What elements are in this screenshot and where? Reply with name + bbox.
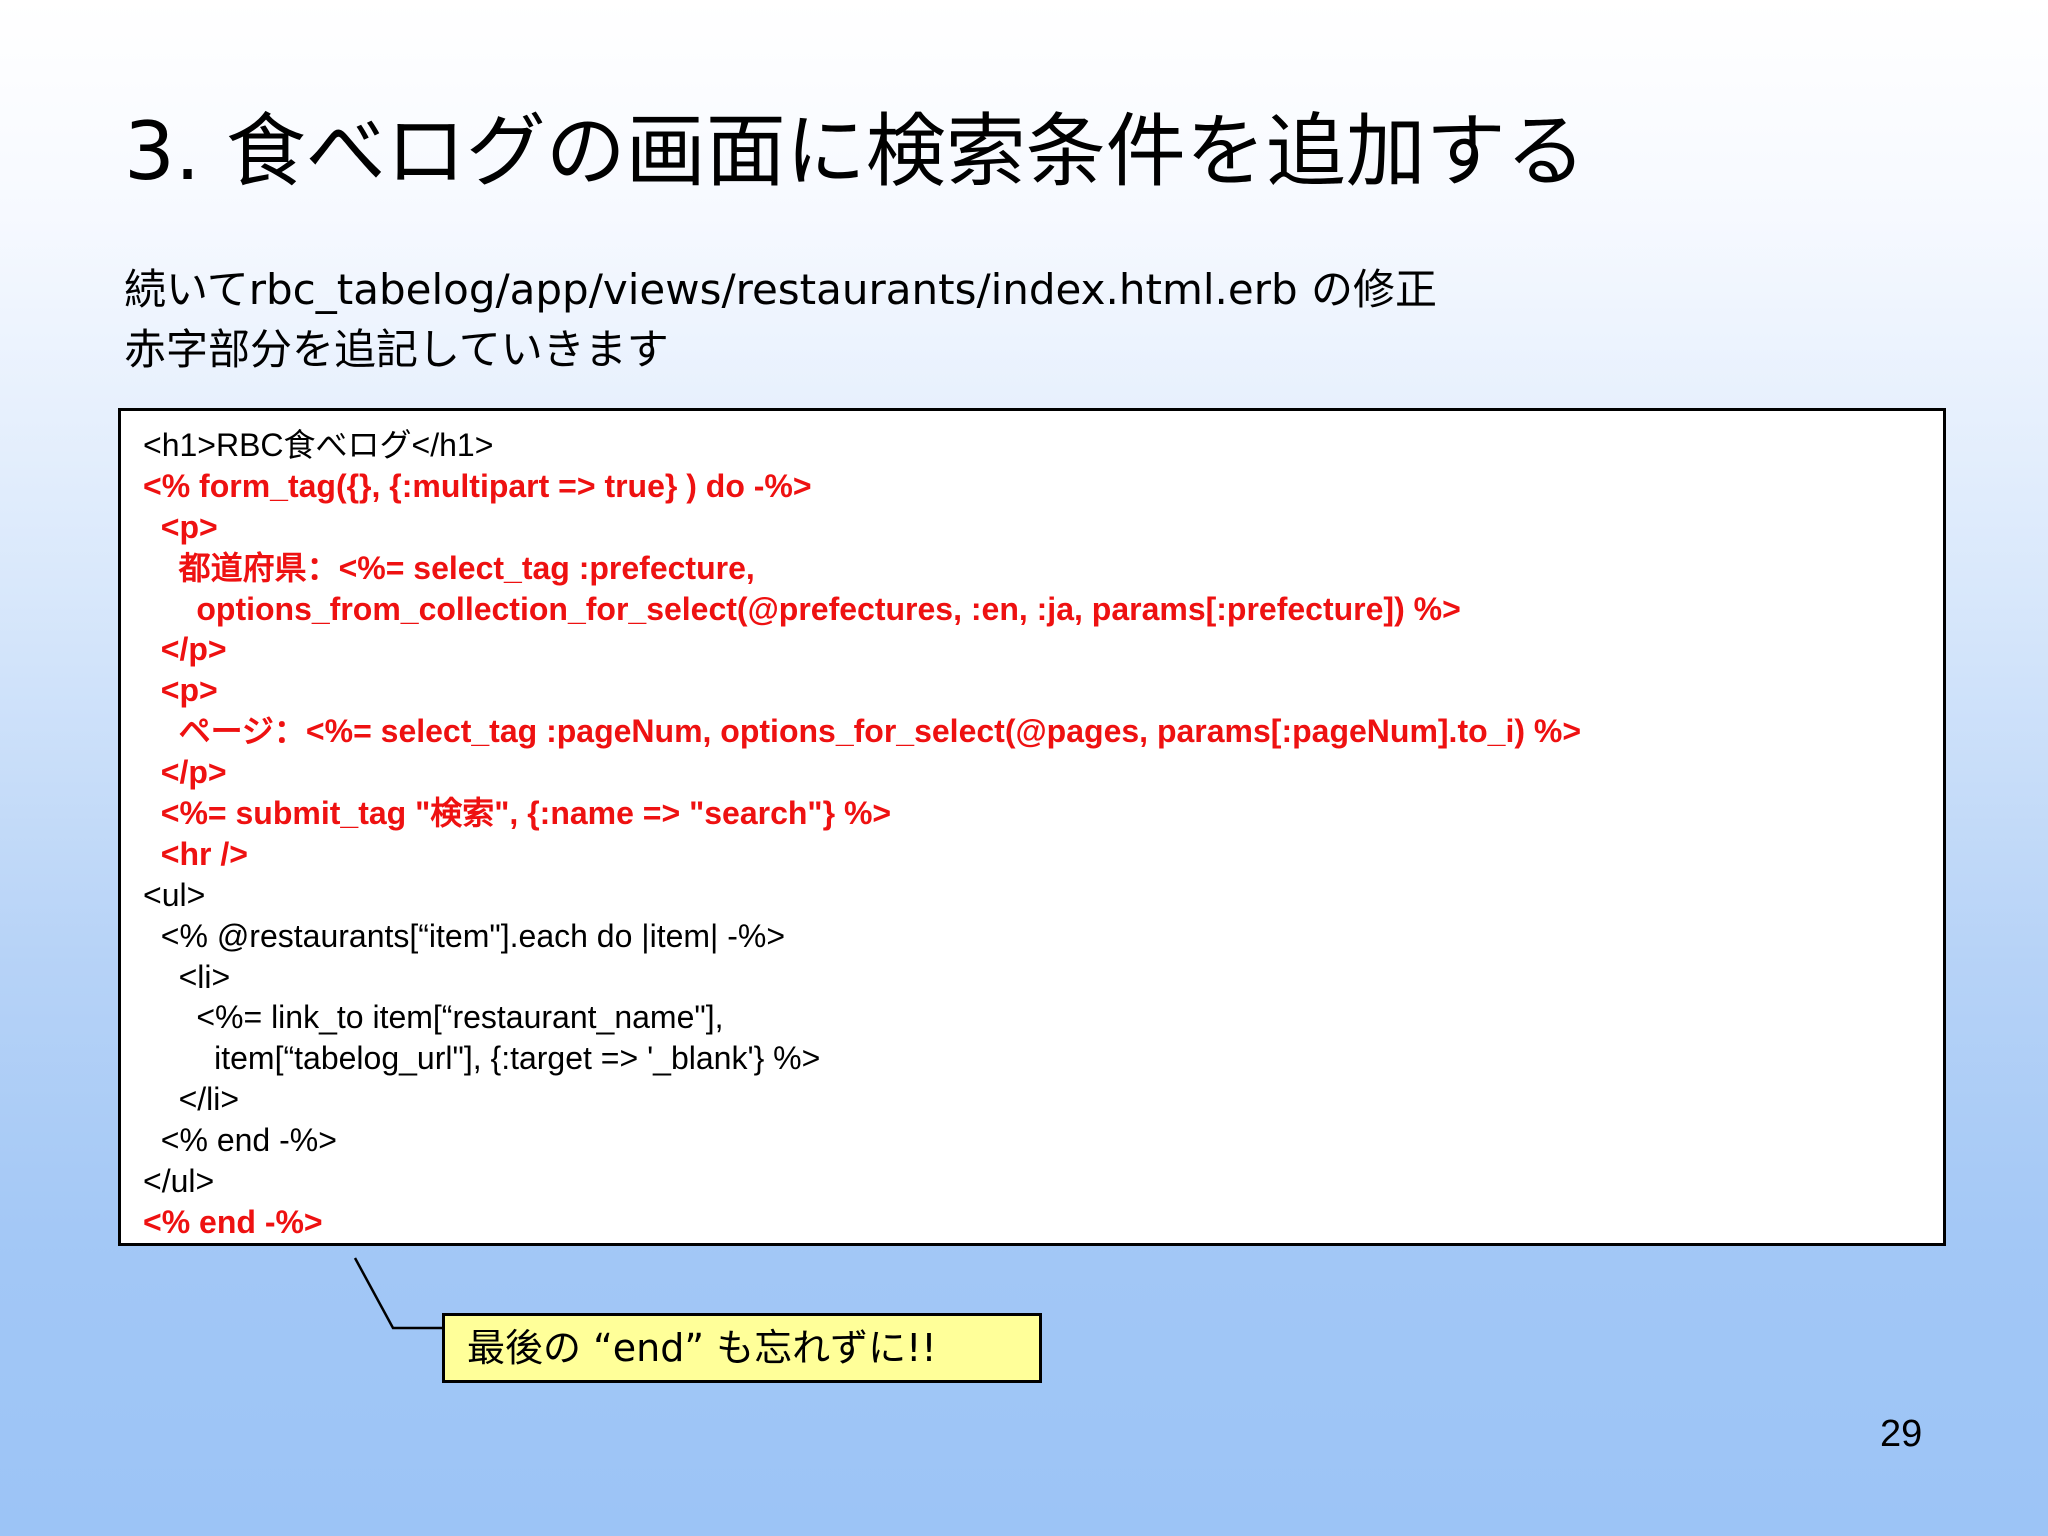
code-line: <% end -%> <box>143 1203 323 1240</box>
code-line: </p> <box>143 631 227 668</box>
code-line: <%= link_to item[“restaurant_name"], <box>143 999 724 1036</box>
intro-line-2: 赤字部分を追記していきます <box>124 325 669 374</box>
intro-text: 続いてrbc_tabelog/app/views/restaurants/ind… <box>124 260 1437 380</box>
slide-title: 3. 食べログの画面に検索条件を追加する <box>124 105 1586 198</box>
page-number: 29 <box>1880 1413 1923 1455</box>
code-line: <hr /> <box>143 835 248 872</box>
code-line: item[“tabelog_url"], {:target => '_blank… <box>143 1040 821 1077</box>
code-line: <p> <box>143 672 218 709</box>
code-line: <ul> <box>143 876 206 913</box>
code-line: </p> <box>143 754 227 791</box>
code-line: 都道府県：<%= select_tag :prefecture, <box>143 549 755 586</box>
code-box: <h1>RBC食べログ</h1> <% form_tag({}, {:multi… <box>118 408 1946 1246</box>
code-line: </ul> <box>143 1163 215 1200</box>
code-line: <% end -%> <box>143 1122 337 1159</box>
code-line: </li> <box>143 1081 240 1118</box>
code-line: <li> <box>143 958 231 995</box>
code-line: <p> <box>143 508 218 545</box>
callout-box: 最後の “end” も忘れずに!! <box>442 1313 1042 1383</box>
code-line: <%= submit_tag "検索", {:name => "search"}… <box>143 795 892 832</box>
code-line: <% @restaurants[“item"].each do |item| -… <box>143 917 786 954</box>
code-line: ページ：<%= select_tag :pageNum, options_for… <box>143 713 1582 750</box>
code-line: <% form_tag({}, {:multipart => true} ) d… <box>143 467 812 504</box>
code-line: <h1>RBC食べログ</h1> <box>143 427 494 463</box>
intro-line-1: 続いてrbc_tabelog/app/views/restaurants/ind… <box>124 265 1438 314</box>
code-line: options_from_collection_for_select(@pref… <box>143 590 1461 627</box>
